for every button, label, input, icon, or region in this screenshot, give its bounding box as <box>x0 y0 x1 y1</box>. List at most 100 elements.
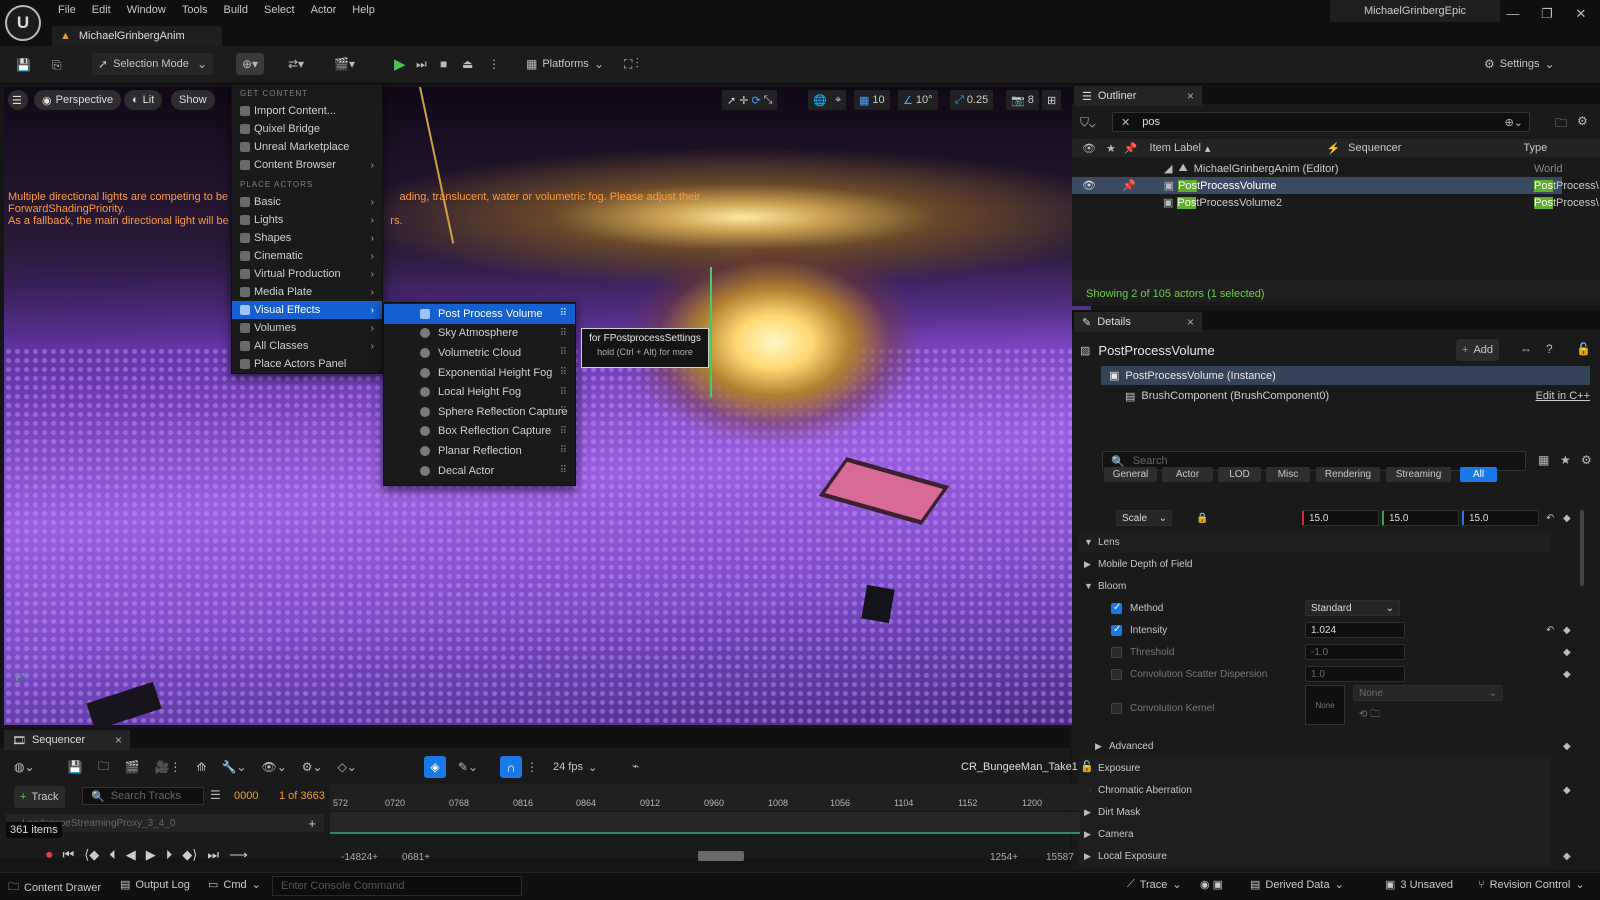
curve-editor-icon[interactable]: ⌁ <box>632 759 639 773</box>
range-start[interactable]: -14824+ <box>341 852 378 863</box>
launch-icon[interactable]: ⛶ ⋮ <box>618 53 645 75</box>
content-drawer-button[interactable]: 🗀 Content Drawer <box>8 878 101 897</box>
tree-row-world[interactable]: ◢ ⛰ MichaelGrinbergAnim (Editor) World <box>1072 160 1563 177</box>
close-icon[interactable]: × <box>1187 315 1194 329</box>
step-forward-icon[interactable]: ⏵ <box>166 847 173 863</box>
trace-dropdown[interactable]: ⟋ Trace ⌄ <box>1127 878 1182 891</box>
category-camera[interactable]: ▶ Camera <box>1079 823 1551 845</box>
pin-icon[interactable]: 📌 <box>1124 142 1138 155</box>
step-back-icon[interactable]: ⏴ <box>109 847 116 863</box>
threshold-input[interactable]: -1.0 <box>1305 644 1405 660</box>
menu-item-shapes[interactable]: Shapes › <box>232 229 382 247</box>
save-icon[interactable]: 💾 <box>10 54 37 76</box>
snap-magnet-icon[interactable]: ∩ <box>500 756 522 778</box>
category-bloom[interactable]: ▼ Bloom <box>1079 575 1551 597</box>
perspective-button[interactable]: ◉ Perspective <box>34 90 122 110</box>
key-icon[interactable]: ◇⌄ <box>338 760 357 774</box>
keyframe-icon[interactable]: ◆ <box>1563 513 1571 524</box>
jump-end-icon[interactable]: ⏭ <box>207 847 219 863</box>
next-key-icon[interactable]: ◆⟩ <box>182 847 197 863</box>
category-mobile-dof[interactable]: ▶ Mobile Depth of Field <box>1079 553 1551 575</box>
component-instance-row[interactable]: ▣ PostProcessVolume (Instance) <box>1101 366 1590 385</box>
visibility-icon[interactable]: 👁 <box>1082 142 1096 155</box>
menu-item-volumes[interactable]: Volumes › <box>232 319 382 337</box>
category-advanced[interactable]: ▶ Advanced ◆ <box>1079 735 1571 757</box>
world-icon[interactable]: ◍⌄ <box>14 760 35 774</box>
submenu-item-box-reflection-capture[interactable]: Box Reflection Capture ⠿ <box>384 422 575 442</box>
expand-arrow-icon[interactable]: ◢ <box>1164 162 1172 175</box>
play-options-icon[interactable]: ⋮ <box>482 53 506 75</box>
outliner-tab[interactable]: ☰ Outliner × <box>1074 86 1202 106</box>
menu-tools[interactable]: Tools <box>174 0 216 20</box>
more-icon[interactable]: ⋮ <box>526 760 538 774</box>
submenu-item-exponential-height-fog[interactable]: Exponential Height Fog ⠿ <box>384 363 575 383</box>
derived-data-dropdown[interactable]: ▤ Derived Data ⌄ <box>1250 878 1344 892</box>
keyframe-icon[interactable]: ◆ <box>1563 625 1571 636</box>
method-override-checkbox[interactable] <box>1111 602 1122 614</box>
browse-asset-icon[interactable]: ⟲ 🗀 <box>1359 707 1380 724</box>
restore-icon[interactable]: ❐ <box>1532 4 1562 24</box>
sequencer-tab[interactable]: 🎞 Sequencer × <box>4 730 130 750</box>
lock-icon[interactable]: 🔓 <box>1080 760 1094 773</box>
gear-icon[interactable]: ⚙ <box>1581 453 1592 467</box>
record-icon[interactable]: ⏺ <box>46 847 53 863</box>
blueprint-add-icon[interactable]: ⇔ <box>1520 342 1532 356</box>
select-icon[interactable]: ➚ <box>727 94 736 107</box>
drag-grip-icon[interactable]: ⠿ <box>560 426 567 437</box>
selection-mode-dropdown[interactable]: ➚ Selection Mode ⌄ <box>92 53 213 75</box>
submenu-item-decal-actor[interactable]: Decal Actor ⠿ <box>384 461 575 481</box>
add-actor-button[interactable]: ⊕▾ <box>236 53 265 75</box>
keyframe-icon[interactable]: ◆ <box>1563 647 1571 658</box>
outliner-search-input[interactable]: ✕ pos ⊕⌄ <box>1112 112 1530 132</box>
menu-build[interactable]: Build <box>216 0 256 20</box>
category-chromatic-aberration[interactable]: ▶Chromatic Aberration◆ <box>1079 779 1571 801</box>
menu-item-all-classes[interactable]: All Classes › <box>232 337 382 355</box>
filter-rendering[interactable]: Rendering <box>1316 467 1380 482</box>
stop-icon[interactable]: ■ <box>434 53 453 75</box>
timeline-scrollbar[interactable] <box>698 851 744 861</box>
column-item-label[interactable]: Item Label <box>1150 142 1201 154</box>
maximize-viewport-icon[interactable]: ⊞ <box>1042 90 1062 110</box>
platforms-dropdown[interactable]: ▦ Platforms ⌄ <box>520 53 610 75</box>
grid-snap-button[interactable]: ▦ 10 <box>854 90 890 110</box>
scale-snap-button[interactable]: ⤢ 0.25 <box>950 90 994 110</box>
output-log-button[interactable]: ▤ Output Log <box>120 878 190 892</box>
conv-scatter-input[interactable]: 1.0 <box>1305 666 1405 682</box>
clapper-icon[interactable]: 🎥⋮ <box>154 760 181 774</box>
intensity-override-checkbox[interactable] <box>1111 624 1122 636</box>
menu-actor[interactable]: Actor <box>303 0 345 20</box>
transform-icon[interactable]: 🔧⌄ <box>221 760 246 774</box>
auto-key-icon[interactable]: ◈ <box>424 756 446 778</box>
menu-item-place-actors-panel[interactable]: Place Actors Panel <box>232 355 382 373</box>
menu-item-lights[interactable]: Lights › <box>232 211 382 229</box>
view-end[interactable]: 1254+ <box>990 852 1018 863</box>
menu-item-cinematic[interactable]: Cinematic › <box>232 247 382 265</box>
range-end[interactable]: 15587 <box>1046 852 1074 863</box>
reset-icon[interactable]: ↶ <box>1546 625 1554 636</box>
menu-item-virtual-production[interactable]: Virtual Production › <box>232 265 382 283</box>
conv-kernel-dropdown[interactable]: None ⌄ <box>1353 685 1503 701</box>
add-icon[interactable]: + <box>308 816 316 831</box>
drag-grip-icon[interactable]: ⠿ <box>560 367 567 378</box>
lock-ratio-icon[interactable]: 🔒 <box>1196 513 1208 524</box>
add-filter-icon[interactable]: ⊕⌄ <box>1505 116 1523 129</box>
menu-edit[interactable]: Edit <box>84 0 119 20</box>
details-tab[interactable]: ✎ Details × <box>1074 312 1202 332</box>
clear-search-icon[interactable]: ✕ <box>1121 116 1130 129</box>
loop-icon[interactable]: ⟶ <box>229 847 248 863</box>
scene-cube-actor[interactable] <box>861 584 895 624</box>
conv-scatter-override-checkbox[interactable] <box>1111 668 1122 680</box>
category-local-exposure[interactable]: ▶ Local Exposure ◆ <box>1079 845 1571 867</box>
track-lane[interactable] <box>330 812 1080 834</box>
submenu-item-sky-atmosphere[interactable]: Sky Atmosphere ⠿ <box>384 324 575 344</box>
gizmo-axis[interactable] <box>710 267 712 397</box>
settings-dropdown[interactable]: ⚙ Settings ⌄ <box>1478 53 1561 75</box>
menu-help[interactable]: Help <box>344 0 383 20</box>
folder-icon[interactable]: 🗀 <box>1555 114 1567 135</box>
intensity-input[interactable]: 1.024 <box>1305 622 1405 638</box>
add-track-button[interactable]: + Track <box>14 786 65 808</box>
find-asset-icon[interactable]: 🗀 <box>97 757 109 778</box>
add-component-button[interactable]: + Add <box>1456 339 1500 361</box>
drag-grip-icon[interactable]: ⠿ <box>560 387 567 398</box>
submenu-item-post-process-volume[interactable]: Post Process Volume ⠿ <box>384 304 575 324</box>
